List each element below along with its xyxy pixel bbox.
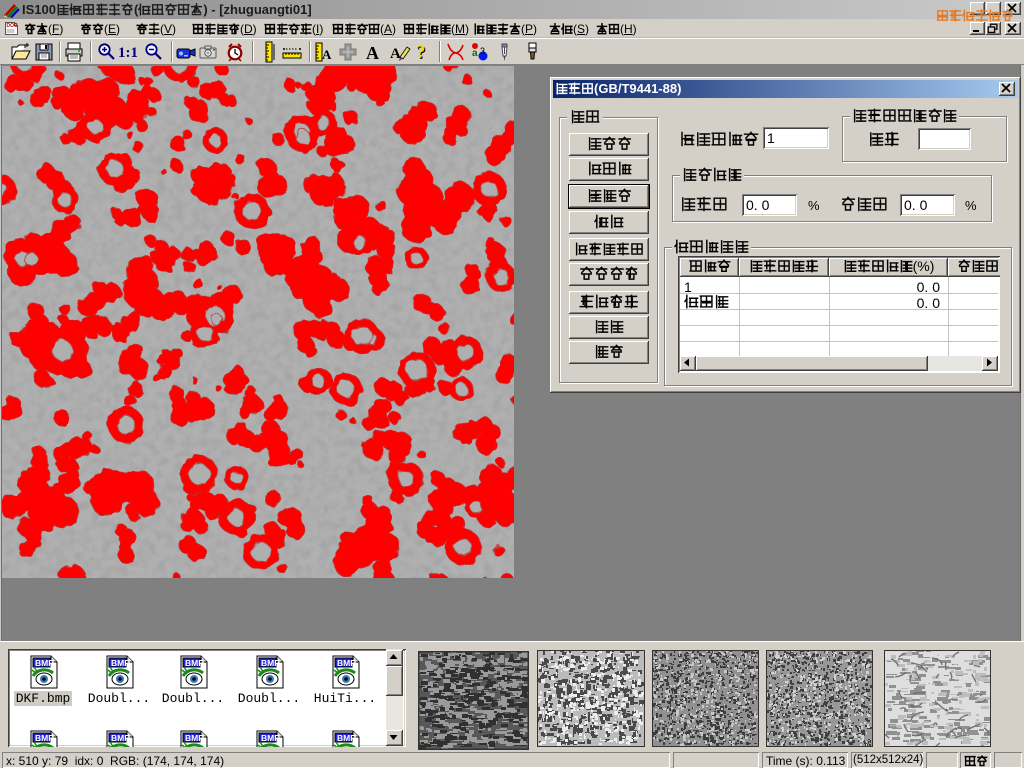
- svg-text:3: 3: [480, 46, 485, 56]
- svg-text:BMP: BMP: [337, 733, 356, 743]
- svg-text:BMP: BMP: [185, 658, 204, 668]
- svg-text:BMP: BMP: [111, 658, 130, 668]
- svg-text:BMP: BMP: [35, 658, 54, 668]
- svg-text:A: A: [366, 43, 379, 63]
- svg-text:a: a: [472, 48, 478, 59]
- svg-text:BMP: BMP: [35, 733, 54, 743]
- svg-text:BMP: BMP: [337, 658, 356, 668]
- svg-text:1:1: 1:1: [118, 45, 138, 61]
- svg-text:A: A: [322, 47, 332, 62]
- svg-text:?: ?: [416, 42, 426, 63]
- svg-text:DOC: DOC: [7, 23, 19, 29]
- svg-text:BMP: BMP: [261, 658, 280, 668]
- svg-text:BMP: BMP: [185, 733, 204, 743]
- svg-text:BMP: BMP: [111, 733, 130, 743]
- svg-text:BMP: BMP: [261, 733, 280, 743]
